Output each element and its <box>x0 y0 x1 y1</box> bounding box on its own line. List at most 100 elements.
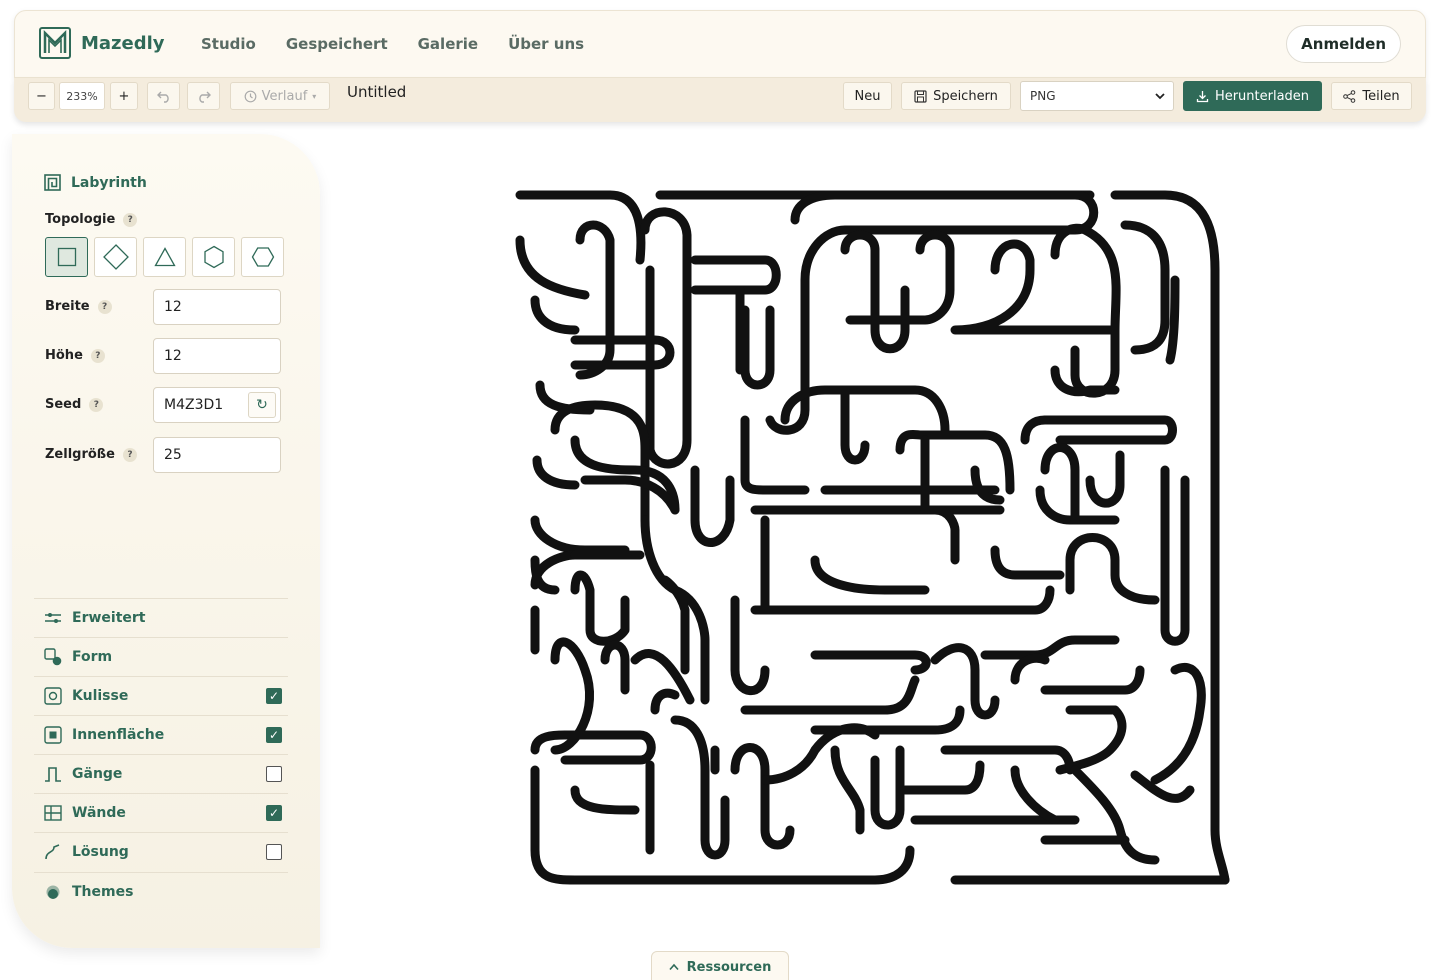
cell-size-input[interactable]: 25 <box>153 437 281 473</box>
check-icon: ✓ <box>268 728 280 742</box>
width-input[interactable]: 12 <box>153 289 281 325</box>
topology-options <box>45 237 284 277</box>
accordion-passages[interactable]: Gänge <box>34 754 288 793</box>
new-button[interactable]: Neu <box>843 82 892 110</box>
height-label-text: Höhe <box>45 348 83 363</box>
floppy-icon <box>914 89 927 103</box>
redo-button[interactable] <box>187 82 220 110</box>
format-value: PNG <box>1030 89 1056 103</box>
palette-icon <box>46 885 60 899</box>
zoom-in-button[interactable]: + <box>110 82 138 110</box>
hexagon-icon <box>203 245 224 269</box>
check-icon: ✓ <box>268 806 280 820</box>
mazedly-logo-icon <box>39 27 71 59</box>
cell-size-label-text: Zellgröße <box>45 447 115 462</box>
accordion-label: Form <box>72 649 113 665</box>
document-title[interactable]: Untitled <box>347 83 406 101</box>
save-button[interactable]: Speichern <box>901 82 1011 110</box>
zoom-out-button[interactable]: − <box>28 82 55 110</box>
share-button[interactable]: Teilen <box>1331 82 1412 110</box>
nav-link-gallery[interactable]: Galerie <box>418 35 478 53</box>
seed-label: Seed ? <box>45 397 104 412</box>
login-button[interactable]: Anmelden <box>1286 25 1401 63</box>
maze-icon <box>44 174 61 191</box>
accordion-walls[interactable]: Wände ✓ <box>34 793 288 832</box>
topology-hexagon-button[interactable] <box>192 237 235 277</box>
format-select[interactable]: PNG <box>1020 81 1174 111</box>
square-icon <box>57 247 76 267</box>
labyrinth-section-header[interactable]: Labyrinth <box>44 174 147 191</box>
accordion-label: Gänge <box>72 766 123 782</box>
width-label: Breite ? <box>45 299 112 314</box>
redo-icon <box>198 91 211 103</box>
share-label: Teilen <box>1362 88 1400 104</box>
inner-area-checkbox[interactable]: ✓ <box>266 727 282 743</box>
cell-size-label: Zellgröße ? <box>45 447 137 462</box>
help-icon[interactable]: ? <box>89 397 104 412</box>
maze-preview <box>515 190 1230 885</box>
zoom-level: 233% <box>59 82 105 110</box>
topology-hexagon-flat-button[interactable] <box>241 237 284 277</box>
refresh-icon: ↻ <box>256 397 268 413</box>
chevron-up-icon <box>669 963 679 971</box>
check-icon: ✓ <box>268 689 280 703</box>
accordion-label: Wände <box>72 805 126 821</box>
undo-button[interactable] <box>147 82 180 110</box>
topology-label: Topologie ? <box>45 212 138 227</box>
history-label: Verlauf <box>261 88 308 104</box>
solution-checkbox[interactable] <box>266 844 282 860</box>
diamond-icon <box>102 244 129 270</box>
seed-value: M4Z3D1 <box>164 397 224 413</box>
accordion-label: Kulisse <box>72 688 129 704</box>
settings-sidebar: Labyrinth Topologie ? Breite ? 12 Höhe ?… <box>12 134 320 948</box>
topology-triangle-button[interactable] <box>143 237 186 277</box>
editor-toolbar: − 233% + Verlauf ▾ Untitled Neu Speicher… <box>14 78 1426 122</box>
width-label-text: Breite <box>45 299 90 314</box>
nav-link-about[interactable]: Über uns <box>508 35 584 53</box>
accordion-shape[interactable]: Form <box>34 637 288 676</box>
download-icon <box>1196 90 1209 102</box>
main-nav: Studio Gespeichert Galerie Über uns <box>201 35 584 53</box>
chevron-down-icon: ▾ <box>312 91 317 101</box>
share-icon <box>1343 89 1356 103</box>
accordion-themes[interactable]: Themes <box>34 872 288 911</box>
accordion-solution[interactable]: Lösung <box>34 832 288 871</box>
top-navigation: Mazedly Studio Gespeichert Galerie Über … <box>14 10 1426 78</box>
accordion-label: Innenfläche <box>72 727 165 743</box>
topology-diamond-button[interactable] <box>94 237 137 277</box>
history-dropdown[interactable]: Verlauf ▾ <box>230 82 330 110</box>
accordion-label: Lösung <box>72 844 129 860</box>
accordion-inner-area[interactable]: Innenfläche ✓ <box>34 715 288 754</box>
height-input[interactable]: 12 <box>153 338 281 374</box>
help-icon[interactable]: ? <box>90 348 105 363</box>
resources-tab[interactable]: Ressourcen <box>651 951 789 980</box>
nav-link-saved[interactable]: Gespeichert <box>286 35 388 53</box>
help-icon[interactable]: ? <box>122 447 137 462</box>
undo-icon <box>156 91 169 103</box>
chevron-down-icon <box>1155 93 1165 100</box>
curve-icon <box>45 844 60 860</box>
passages-checkbox[interactable] <box>266 766 282 782</box>
walls-checkbox[interactable]: ✓ <box>266 805 282 821</box>
help-icon[interactable]: ? <box>97 299 112 314</box>
accordion-label: Erweitert <box>72 610 146 626</box>
nav-link-studio[interactable]: Studio <box>201 35 256 53</box>
topology-square-button[interactable] <box>45 237 88 277</box>
grid-icon <box>44 805 62 821</box>
accordion-advanced[interactable]: Erweitert <box>34 598 288 637</box>
backdrop-checkbox[interactable]: ✓ <box>266 688 282 704</box>
frame-icon <box>44 687 62 705</box>
brand[interactable]: Mazedly <box>39 27 165 59</box>
hexagon-flat-icon <box>251 247 274 267</box>
sliders-icon <box>45 613 61 623</box>
section-title: Labyrinth <box>71 174 147 191</box>
reroll-seed-button[interactable]: ↻ <box>248 392 276 418</box>
download-button[interactable]: Herunterladen <box>1183 81 1322 111</box>
help-icon[interactable]: ? <box>123 212 138 227</box>
height-label: Höhe ? <box>45 348 105 363</box>
accordion-backdrop[interactable]: Kulisse ✓ <box>34 676 288 715</box>
accordion-label: Themes <box>72 884 134 900</box>
maze-canvas[interactable] <box>515 190 1230 885</box>
seed-input[interactable]: M4Z3D1 ↻ <box>153 387 281 423</box>
download-label: Herunterladen <box>1214 88 1310 104</box>
